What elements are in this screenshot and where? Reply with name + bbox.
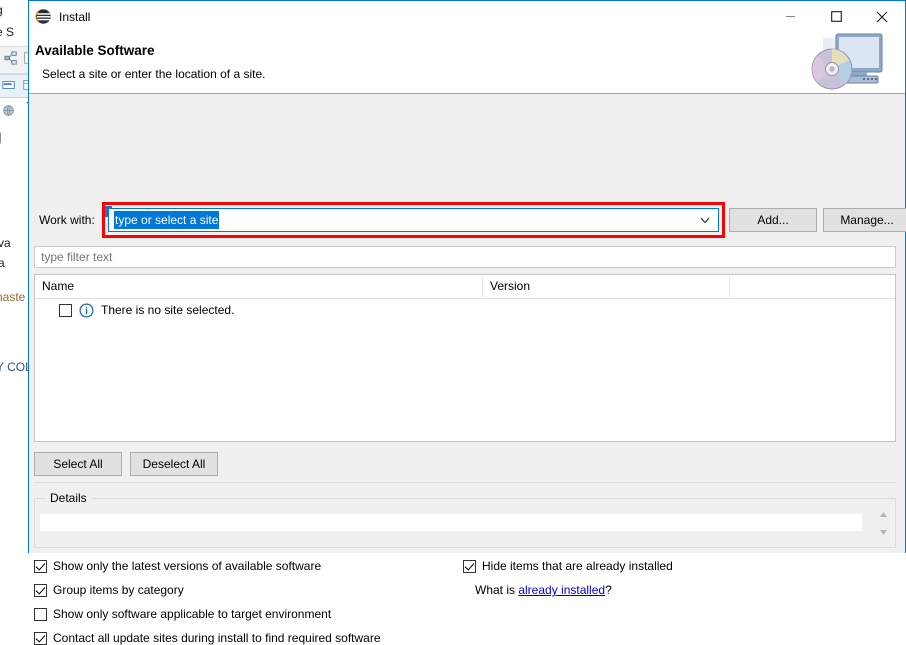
option-label: Group items by category: [53, 583, 184, 597]
column-header-name[interactable]: Name: [42, 279, 74, 293]
add-site-button[interactable]: Add...: [729, 208, 817, 232]
close-button[interactable]: [859, 1, 905, 32]
work-with-combo[interactable]: type or select a site: [108, 208, 719, 232]
background-menu-fragment-2: e S: [0, 25, 14, 39]
hint-prefix: What is: [475, 583, 518, 597]
filter-input[interactable]: type filter text: [34, 246, 896, 268]
hint-suffix: ?: [605, 583, 612, 597]
install-dialog: Install Available Software Select a site…: [28, 0, 906, 553]
checkbox-contact-all-update-sites[interactable]: [34, 632, 47, 645]
info-icon: [79, 303, 94, 318]
already-installed-hint: What is already installed?: [475, 583, 612, 597]
row-label-name: There is no site selected.: [101, 303, 234, 317]
scroll-up-arrow[interactable]: [879, 511, 888, 518]
dialog-header: Available Software Select a site or ente…: [29, 32, 905, 94]
details-text: [40, 514, 862, 531]
scroll-down-arrow[interactable]: [879, 529, 888, 536]
option-label: Show only the latest versions of availab…: [53, 559, 321, 573]
manage-sites-button[interactable]: Manage...: [823, 208, 906, 232]
page-subtitle: Select a site or enter the location of a…: [42, 67, 265, 81]
editor-tab-icon: [2, 78, 16, 92]
checkbox-applicable-to-target[interactable]: [34, 608, 47, 621]
column-header-version[interactable]: Version: [490, 279, 530, 293]
table-header: Name Version: [35, 275, 895, 299]
already-installed-link[interactable]: already installed: [518, 583, 605, 597]
dialog-title-bar: Install: [29, 1, 905, 32]
option-label: Hide items that are already installed: [482, 559, 673, 573]
select-all-button[interactable]: Select All: [34, 452, 122, 476]
background-code-fragment-2: a: [0, 256, 5, 270]
option-label: Contact all update sites during install …: [53, 631, 381, 645]
work-with-input[interactable]: type or select a site: [114, 211, 219, 229]
details-scrollbar[interactable]: [876, 511, 891, 536]
work-with-label: Work with:: [39, 213, 95, 227]
background-menu-fragment-1: codig: [0, 3, 3, 17]
filter-placeholder: type filter text: [41, 250, 112, 264]
column-separator-2[interactable]: [729, 276, 730, 297]
dialog-body: Work with: type or select a site Add... …: [29, 94, 905, 553]
dialog-title: Install: [59, 10, 90, 24]
row-checkbox[interactable]: [59, 304, 72, 317]
checkbox-group-by-category[interactable]: [34, 584, 47, 597]
details-group-title: Details: [46, 491, 91, 505]
monitor-with-disc-icon: [805, 32, 905, 93]
search-globe-icon: [2, 104, 15, 117]
column-separator-1[interactable]: [482, 276, 483, 297]
option-label: Show only software applicable to target …: [53, 607, 331, 621]
hierarchy-icon: [4, 51, 18, 65]
option-applicable-to-target[interactable]: Show only software applicable to target …: [34, 607, 331, 621]
section-divider: [34, 482, 896, 483]
page-title: Available Software: [35, 43, 155, 58]
option-hide-installed[interactable]: Hide items that are already installed: [463, 559, 673, 573]
chevron-down-icon[interactable]: [698, 213, 712, 227]
option-contact-all-update-sites[interactable]: Contact all update sites during install …: [34, 631, 381, 645]
maximize-button[interactable]: [813, 1, 859, 32]
eclipse-icon: [34, 8, 51, 25]
option-group-by-category[interactable]: Group items by category: [34, 583, 184, 597]
background-code-fragment-3: naste: [0, 290, 25, 304]
option-show-latest-versions[interactable]: Show only the latest versions of availab…: [34, 559, 321, 573]
available-software-table[interactable]: Name Version There is no site selected.: [34, 274, 896, 442]
background-code-fragment-1: va: [0, 236, 11, 250]
minimize-button[interactable]: [767, 1, 813, 32]
background-bracket-fragment: ]: [0, 130, 1, 144]
details-group: Details: [34, 498, 896, 548]
window-controls: [767, 1, 905, 32]
checkbox-show-latest-versions[interactable]: [34, 560, 47, 573]
table-row[interactable]: There is no site selected.: [35, 299, 895, 321]
checkbox-hide-installed[interactable]: [463, 560, 476, 573]
deselect-all-button[interactable]: Deselect All: [130, 452, 218, 476]
